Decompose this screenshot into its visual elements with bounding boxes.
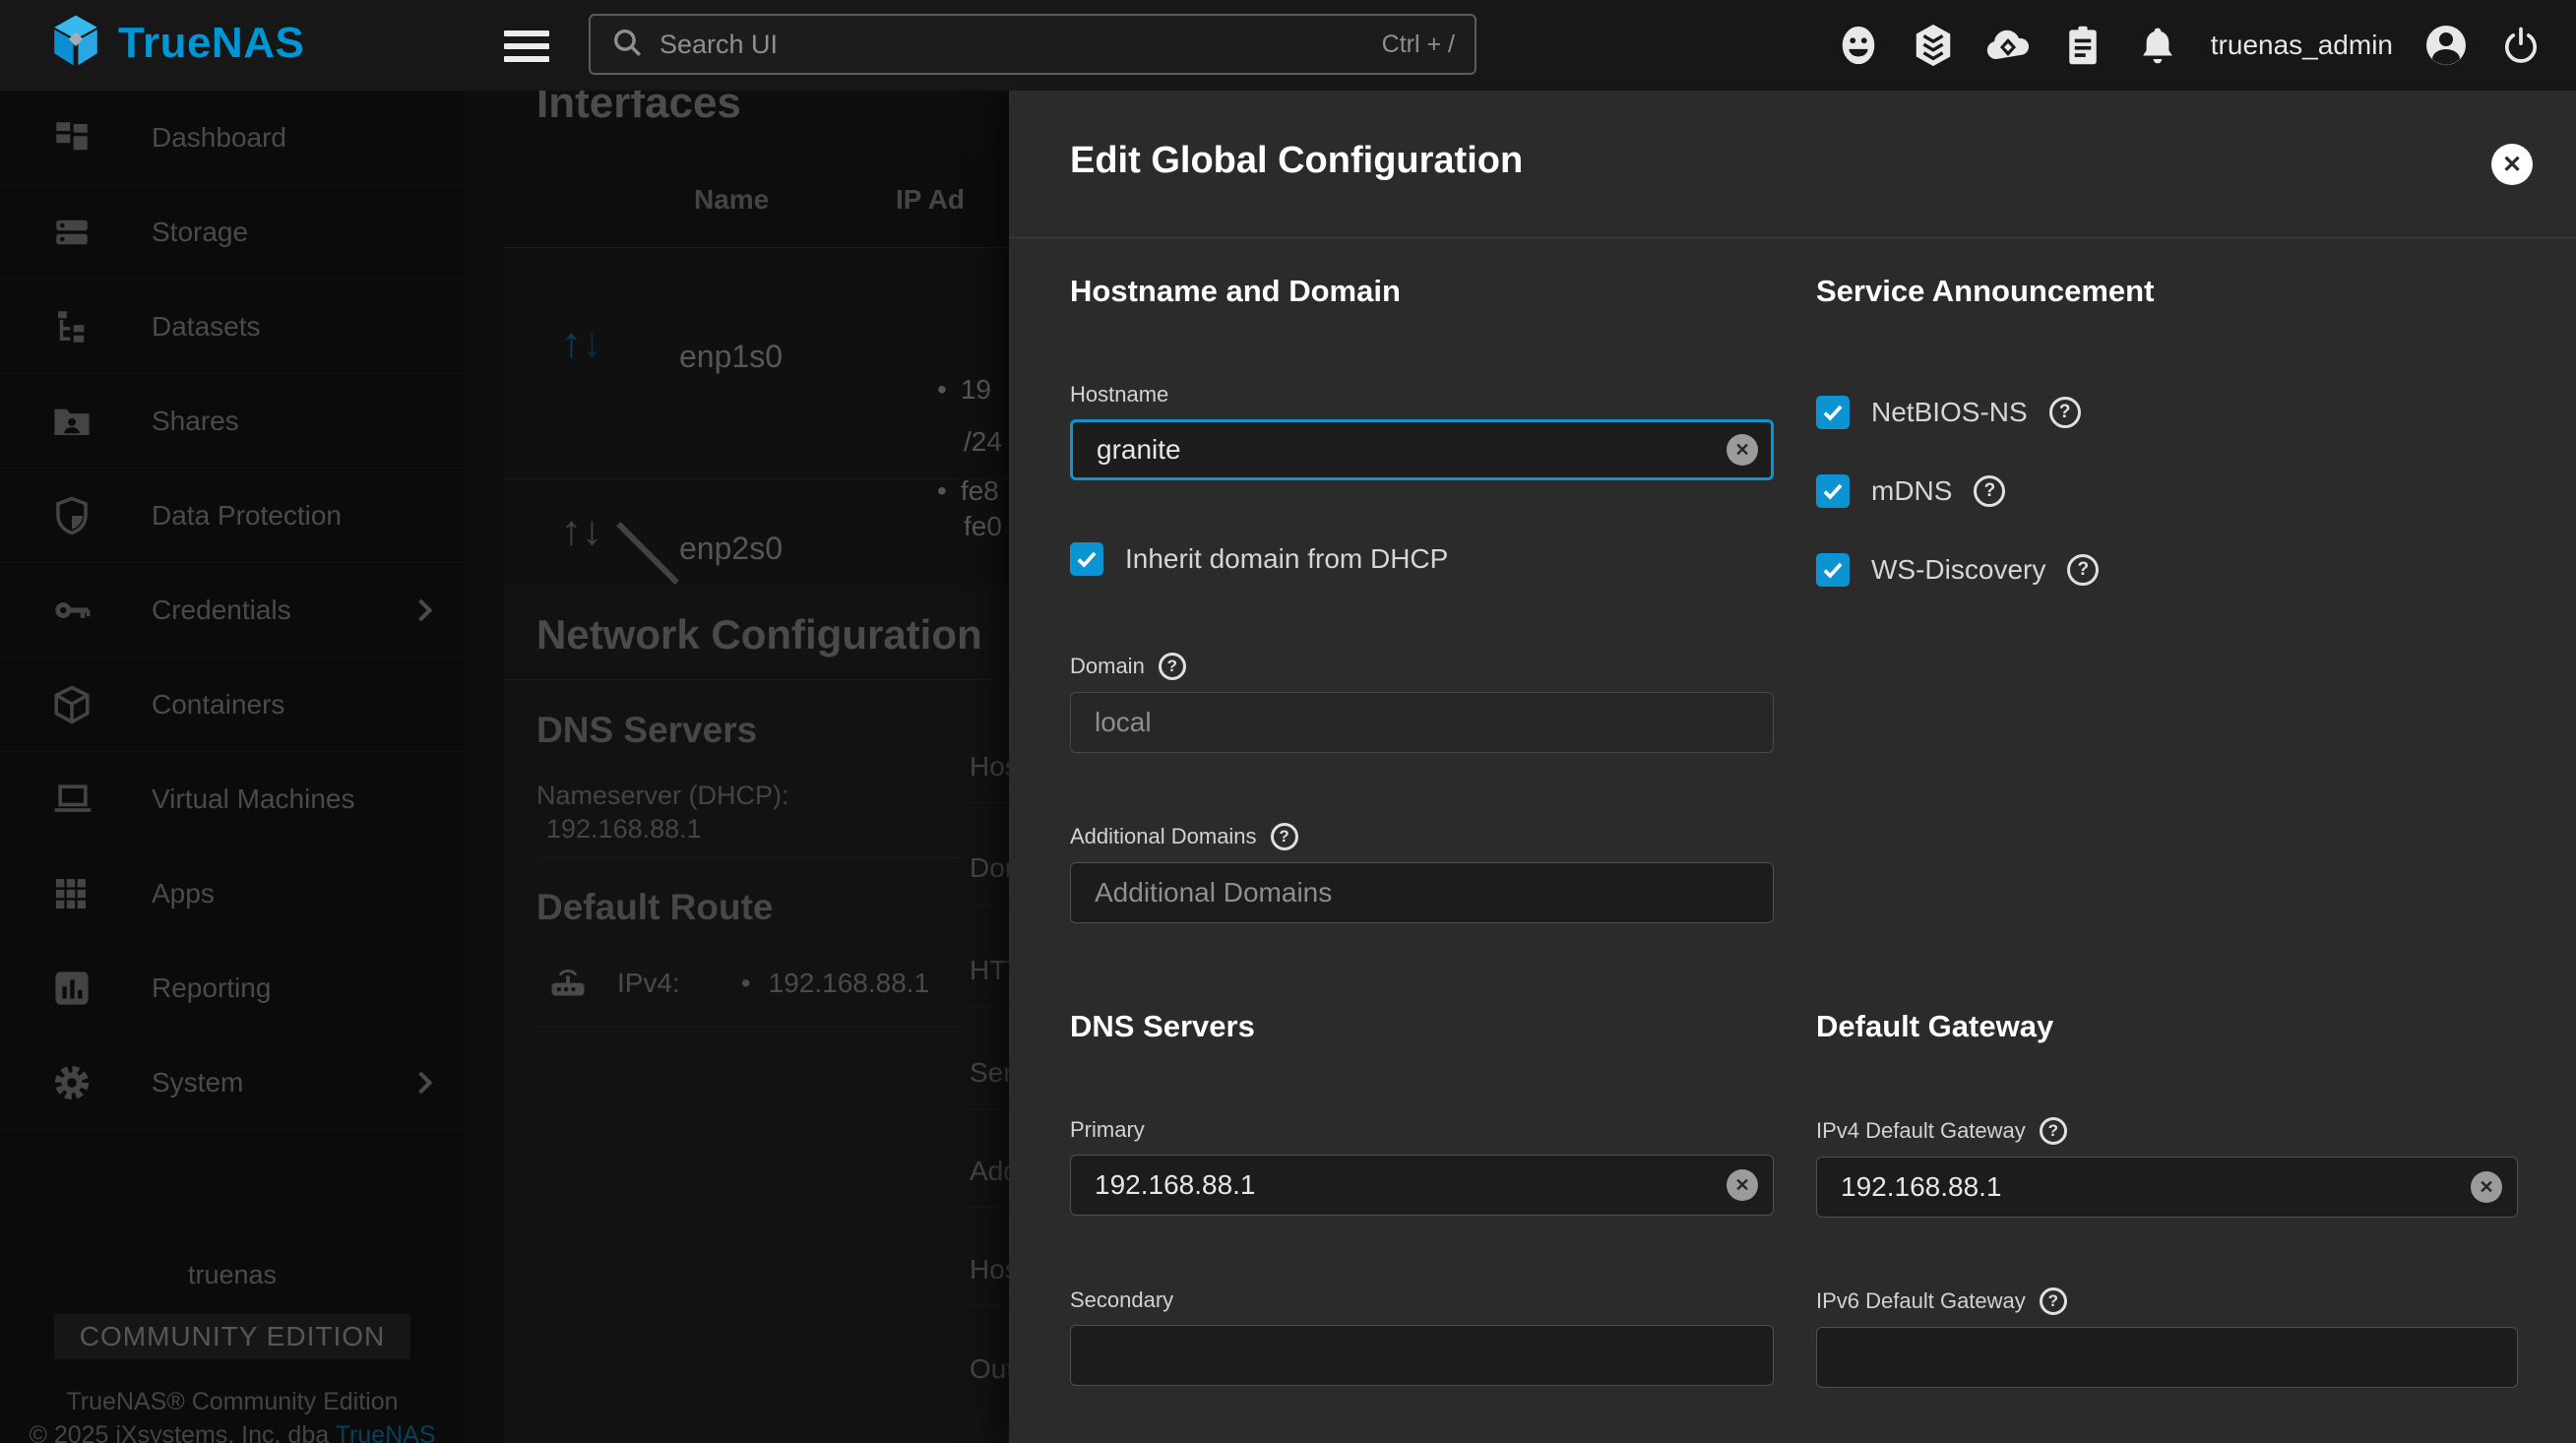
truenas-logo-text: TrueNAS [118,19,304,68]
additional-domains-label: Additional Domains [1070,824,1257,849]
ipv6-gateway-label: IPv6 Default Gateway [1816,1288,2026,1314]
help-icon[interactable] [2040,1287,2067,1315]
help-icon[interactable] [2049,397,2081,428]
help-icon[interactable] [1974,475,2005,507]
edit-global-configuration-panel: Edit Global Configuration Hostname and D… [1009,91,2576,1443]
ipv4-gateway-label: IPv4 Default Gateway [1816,1118,2026,1144]
hostname-label: Hostname [1070,382,1168,408]
additional-domains-field: Additional Domains [1070,823,1774,923]
ipv4-gateway-field: IPv4 Default Gateway [1816,1117,2518,1218]
account-icon[interactable] [2420,20,2472,71]
primary-dns-field: Primary [1070,1117,1774,1216]
ws-discovery-checkbox[interactable]: WS-Discovery [1816,553,2099,587]
additional-domains-input[interactable] [1070,862,1774,923]
alerts-bell-icon[interactable] [2132,20,2183,71]
clear-ipv4-gateway-icon[interactable] [2471,1171,2502,1203]
help-icon[interactable] [1159,653,1186,680]
primary-dns-label: Primary [1070,1117,1145,1143]
hostname-input[interactable] [1070,419,1774,480]
primary-dns-input[interactable] [1070,1155,1774,1216]
section-default-gateway-title: Default Gateway [1816,1009,2053,1044]
netbios-checkbox[interactable]: NetBIOS-NS [1816,396,2081,429]
inherit-domain-checkbox[interactable]: Inherit domain from DHCP [1070,542,1448,576]
secondary-dns-label: Secondary [1070,1287,1173,1313]
truenas-app: TrueNAS Ctrl + / [0,0,2576,1443]
ipv4-gateway-input[interactable] [1816,1157,2518,1218]
menu-toggle-button[interactable] [504,24,549,69]
search-input[interactable] [660,30,1382,60]
search-bar[interactable]: Ctrl + / [589,14,1476,75]
clear-hostname-icon[interactable] [1727,434,1758,466]
clear-primary-dns-icon[interactable] [1727,1169,1758,1201]
jobs-clipboard-icon[interactable] [2057,20,2108,71]
mdns-label: mDNS [1871,475,1952,507]
section-dns-servers-title: DNS Servers [1070,1009,1255,1044]
checkbox-checked-icon [1816,396,1850,429]
section-service-announcement-title: Service Announcement [1816,274,2154,309]
help-icon[interactable] [2067,554,2099,586]
cloud-connect-icon[interactable] [1982,20,2034,71]
truenas-cube-icon[interactable] [1908,20,1959,71]
checkbox-checked-icon [1816,553,1850,587]
domain-label: Domain [1070,654,1145,679]
power-icon[interactable] [2495,20,2546,71]
truenas-logo[interactable]: TrueNAS [47,12,304,74]
domain-input [1070,692,1774,753]
feedback-icon[interactable] [1833,20,1884,71]
close-icon[interactable] [2491,144,2533,185]
section-hostname-domain-title: Hostname and Domain [1070,274,1401,309]
domain-field: Domain [1070,653,1774,753]
ipv6-gateway-field: IPv6 Default Gateway [1816,1287,2518,1388]
mdns-checkbox[interactable]: mDNS [1816,474,2005,508]
ws-discovery-label: WS-Discovery [1871,554,2045,586]
secondary-dns-field: Secondary [1070,1287,1774,1386]
help-icon[interactable] [1271,823,1298,850]
panel-title: Edit Global Configuration [1070,140,1523,182]
netbios-label: NetBIOS-NS [1871,397,2028,428]
ipv6-gateway-input[interactable] [1816,1327,2518,1388]
topbar: TrueNAS Ctrl + / [0,0,2576,91]
topbar-actions: truenas_admin [1833,0,2546,91]
help-icon[interactable] [2040,1117,2067,1145]
panel-header: Edit Global Configuration [1009,91,2576,238]
username-label: truenas_admin [2211,30,2393,61]
truenas-logo-icon [47,12,104,74]
search-icon [610,26,644,64]
secondary-dns-input[interactable] [1070,1325,1774,1386]
checkbox-checked-icon [1816,474,1850,508]
hostname-field: Hostname [1070,382,1774,480]
search-shortcut-hint: Ctrl + / [1382,31,1455,59]
checkbox-checked-icon [1070,542,1103,576]
inherit-domain-label: Inherit domain from DHCP [1125,543,1448,575]
